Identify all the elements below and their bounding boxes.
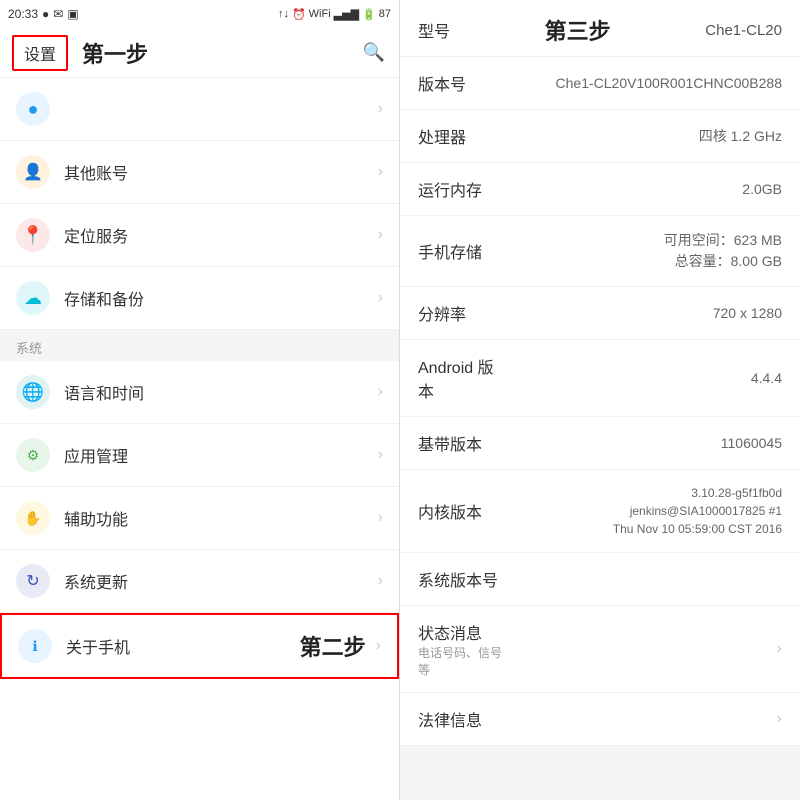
accessibility-arrow: › (378, 509, 383, 527)
app-management-icon: ⚙ (16, 438, 50, 472)
menu-item-about[interactable]: ℹ 关于手机 第二步 › (0, 613, 399, 679)
right-header: 型号 第三步 Che1-CL20 (400, 0, 800, 57)
model-value: Che1-CL20 (705, 22, 782, 39)
status-bar-left: 20:33 ● ✉ ▣ (8, 7, 79, 21)
notification-icon: ▣ (67, 7, 78, 21)
version-row: 版本号 Che1-CL20V100R001CHNC00B288 (400, 57, 800, 110)
menu-item-language[interactable]: 🌐 语言和时间 › (0, 361, 399, 424)
search-button[interactable]: 🔍 (363, 42, 385, 63)
system-update-arrow: › (378, 572, 383, 590)
other-accounts-icon: 👤 (16, 155, 50, 189)
resolution-label: 分辨率 (418, 301, 508, 325)
battery-icon: 🔋 (362, 8, 376, 21)
wifi-icon: WiFi (309, 8, 331, 20)
ram-row: 运行内存 2.0GB (400, 163, 800, 216)
kernel-label: 内核版本 (418, 499, 508, 523)
baseband-label: 基带版本 (418, 431, 508, 455)
alarm-icon: ⏰ (292, 8, 306, 21)
storage-row: 手机存储 可用空间：623 MB 总容量：8.00 GB (400, 216, 800, 287)
sysversion-label: 系统版本号 (418, 567, 508, 591)
about-icon: ℹ (18, 629, 52, 663)
about-arrow: › (376, 637, 381, 655)
accounts-icon: ● (16, 92, 50, 126)
search-icon: 🔍 (363, 42, 385, 62)
other-accounts-arrow: › (378, 163, 383, 181)
menu-item-location[interactable]: 📍 定位服务 › (0, 204, 399, 267)
sysversion-row: 系统版本号 (400, 553, 800, 606)
settings-label[interactable]: 设置 (12, 35, 68, 71)
notification-dot: ● (42, 7, 49, 21)
signal-icon: ↑↓ (278, 8, 289, 20)
status-bar: 20:33 ● ✉ ▣ ↑↓ ⏰ WiFi ▃▅▇ 🔋 87 (0, 0, 399, 28)
battery-level: 87 (379, 8, 391, 20)
time: 20:33 (8, 7, 38, 21)
legal-arrow: › (777, 710, 782, 728)
language-arrow: › (378, 383, 383, 401)
model-label: 型号 (418, 18, 450, 42)
language-label: 语言和时间 (64, 380, 378, 404)
menu-item-app-management[interactable]: ⚙ 应用管理 › (0, 424, 399, 487)
baseband-value: 11060045 (508, 433, 782, 454)
right-title: 第三步 (545, 14, 611, 46)
processor-row: 处理器 四核 1.2 GHz (400, 110, 800, 163)
menu-item-accessibility[interactable]: ✋ 辅助功能 › (0, 487, 399, 550)
ram-value: 2.0GB (508, 179, 782, 200)
processor-value: 四核 1.2 GHz (508, 126, 782, 147)
location-icon: 📍 (16, 218, 50, 252)
version-value: Che1-CL20V100R001CHNC00B288 (508, 73, 782, 94)
about-label: 关于手机 (66, 634, 288, 658)
message-icon: ✉ (53, 7, 63, 21)
app-management-arrow: › (378, 446, 383, 464)
android-label: Android 版本 (418, 354, 508, 402)
status-bar-right: ↑↓ ⏰ WiFi ▃▅▇ 🔋 87 (278, 8, 391, 21)
step2-label: 第二步 (300, 630, 366, 662)
legal-label: 法律信息 (418, 707, 508, 731)
top-bar: 设置 第一步 🔍 (0, 28, 399, 78)
accounts-arrow: › (378, 100, 383, 118)
right-panel: 型号 第三步 Che1-CL20 版本号 Che1-CL20V100R001CH… (400, 0, 800, 800)
storage-label: 存储和备份 (64, 286, 378, 310)
resolution-value: 720 x 1280 (508, 303, 782, 324)
status-row[interactable]: 状态消息 电话号码、信号等 › (400, 606, 800, 693)
left-panel: 20:33 ● ✉ ▣ ↑↓ ⏰ WiFi ▃▅▇ 🔋 87 设置 第一步 🔍 … (0, 0, 400, 800)
kernel-row: 内核版本 3.10.28-g5f1fb0d jenkins@SIA1000017… (400, 470, 800, 553)
status-label: 状态消息 电话号码、信号等 (418, 620, 508, 678)
storage-arrow: › (378, 289, 383, 307)
resolution-row: 分辨率 720 x 1280 (400, 287, 800, 340)
section-system: 系统 (0, 330, 399, 361)
ram-label: 运行内存 (418, 177, 508, 201)
system-update-icon: ↻ (16, 564, 50, 598)
android-value: 4.4.4 (508, 368, 782, 389)
system-update-label: 系统更新 (64, 569, 378, 593)
location-arrow: › (378, 226, 383, 244)
menu-list: ● › 👤 其他账号 › 📍 定位服务 › ☁ 存储和备份 › 系统 🌐 语言和… (0, 78, 399, 800)
accessibility-icon: ✋ (16, 501, 50, 535)
legal-row[interactable]: 法律信息 › (400, 693, 800, 746)
left-title: 第一步 (82, 37, 148, 69)
other-accounts-label: 其他账号 (64, 160, 378, 184)
android-row: Android 版本 4.4.4 (400, 340, 800, 417)
language-icon: 🌐 (16, 375, 50, 409)
processor-label: 处理器 (418, 124, 508, 148)
location-label: 定位服务 (64, 223, 378, 247)
status-arrow: › (777, 640, 782, 658)
app-management-label: 应用管理 (64, 443, 378, 467)
kernel-value: 3.10.28-g5f1fb0d jenkins@SIA1000017825 #… (508, 484, 782, 538)
baseband-row: 基带版本 11060045 (400, 417, 800, 470)
version-label: 版本号 (418, 71, 508, 95)
storage-label: 手机存储 (418, 239, 508, 263)
menu-item-system-update[interactable]: ↻ 系统更新 › (0, 550, 399, 613)
menu-item-storage[interactable]: ☁ 存储和备份 › (0, 267, 399, 330)
menu-item-accounts[interactable]: ● › (0, 78, 399, 141)
menu-item-other-accounts[interactable]: 👤 其他账号 › (0, 141, 399, 204)
storage-value: 可用空间：623 MB 总容量：8.00 GB (508, 230, 782, 272)
signal-bars: ▃▅▇ (334, 8, 359, 21)
accessibility-label: 辅助功能 (64, 506, 378, 530)
storage-icon: ☁ (16, 281, 50, 315)
